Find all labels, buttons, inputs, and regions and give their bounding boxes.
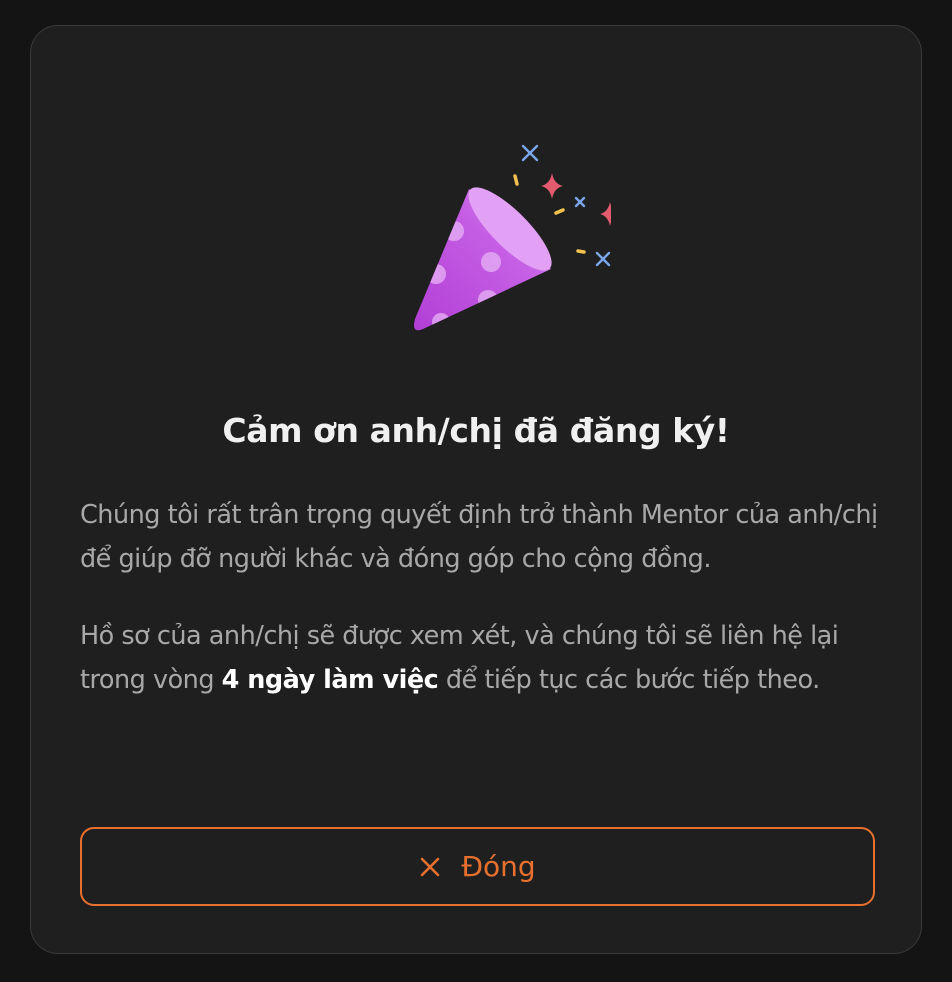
close-button-label: Đóng (461, 850, 536, 883)
dialog-title: Cảm ơn anh/chị đã đăng ký! (222, 411, 730, 450)
thank-you-message: Chúng tôi rất trân trọng quyết định trở … (80, 500, 878, 574)
review-message: Hồ sơ của anh/chị sẽ được xem xét, và ch… (80, 614, 880, 702)
party-popper-icon (381, 114, 620, 334)
close-icon (419, 856, 441, 878)
review-message-text-end: để tiếp tục các bước tiếp theo. (438, 665, 820, 695)
review-duration: 4 ngày làm việc (221, 665, 439, 695)
success-dialog: Cảm ơn anh/chị đã đăng ký! Chúng tôi rất… (30, 25, 922, 954)
close-button[interactable]: Đóng (80, 827, 875, 906)
